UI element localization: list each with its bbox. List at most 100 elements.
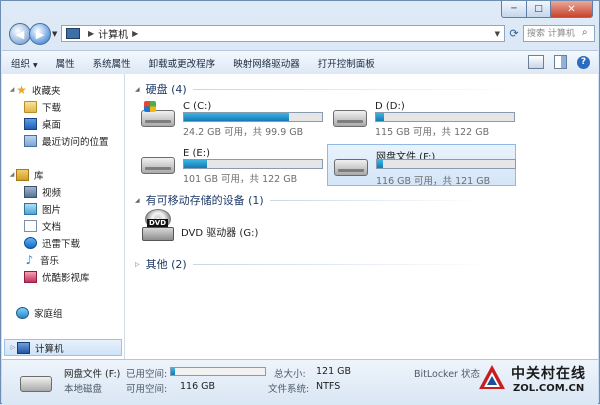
explorer-window: ─ □ ✕ ◀ ▶ ▼ ▶ 计算机 ▶ ▼ ⟳ ⌕ 组织▼ 属性 系统属性 卸载… (0, 0, 600, 405)
drive-c[interactable]: C (C:) 24.2 GB 可用，共 99.9 GB (135, 98, 323, 138)
computer-icon (17, 341, 30, 354)
group-header-removable[interactable]: ◢ 有可移动存储的设备 (1) (135, 192, 480, 208)
drive-usage-bar (183, 159, 323, 169)
youku-library-icon (24, 270, 37, 283)
open-control-panel-button[interactable]: 打开控制面板 (309, 56, 384, 70)
drive-usage-fill (377, 160, 383, 168)
sidebar-item-thunder-downloads[interactable]: 迅雷下载 (24, 234, 80, 251)
sidebar-item-pictures[interactable]: 图片 (24, 200, 61, 217)
details-used-label: 已用空间: (126, 369, 168, 380)
zol-logo-icon (479, 365, 505, 389)
preview-pane-icon[interactable] (554, 55, 567, 69)
drive-name: D (D:) (375, 101, 405, 112)
hard-disk-icon (334, 159, 368, 176)
group-header-other[interactable]: ▷ 其他 (2) (135, 256, 493, 272)
details-filesystem-value: NTFS (316, 381, 341, 392)
dvd-badge: DVD (147, 219, 169, 227)
group-header-hard-disks[interactable]: ◢ 硬盘 (4) (135, 81, 523, 97)
sidebar-item-desktop[interactable]: 桌面 (24, 115, 61, 132)
downloads-folder-icon (24, 100, 37, 113)
address-dropdown-icon[interactable]: ▼ (495, 30, 500, 38)
search-icon[interactable]: ⌕ (582, 27, 588, 38)
history-dropdown-icon[interactable]: ▼ (52, 30, 57, 38)
organize-button[interactable]: 组织 ▼ (2, 56, 47, 70)
watermark-text-en: ZOL.COM.CN (513, 383, 585, 394)
group-divider (192, 263, 493, 265)
sidebar-item-documents[interactable]: 文档 (24, 217, 61, 234)
minimize-button[interactable]: ─ (501, 1, 527, 18)
details-usage-fill (171, 368, 175, 375)
sidebar-item-youku-library[interactable]: 优酷影视库 (24, 268, 90, 285)
back-button[interactable]: ◀ (9, 23, 31, 45)
collapse-triangle-icon[interactable]: ◢ (135, 197, 140, 204)
group-divider (192, 88, 523, 90)
computer-icon (66, 28, 80, 39)
refresh-icon[interactable]: ⟳ (507, 25, 521, 42)
drive-f[interactable]: 网盘文件 (F:) 116 GB 可用，共 121 GB (327, 144, 516, 187)
address-bar[interactable]: ▶ 计算机 ▶ ▼ (61, 25, 505, 42)
drive-free-space: 24.2 GB 可用，共 99.9 GB (183, 127, 304, 138)
collapse-triangle-icon[interactable]: ◢ (135, 86, 140, 93)
expand-triangle-icon[interactable]: ▷ (135, 261, 140, 268)
hard-disk-icon (333, 110, 367, 127)
expand-triangle-icon[interactable]: ◢ (8, 86, 16, 93)
expand-triangle-icon[interactable]: ◢ (8, 171, 16, 178)
sidebar-item-libraries[interactable]: ◢ 库 (8, 166, 44, 183)
map-network-drive-button[interactable]: 映射网络驱动器 (224, 56, 309, 70)
change-view-icon[interactable] (528, 55, 544, 69)
system-properties-button[interactable]: 系统属性 (84, 56, 140, 70)
music-note-icon: ♪ (25, 252, 34, 267)
hard-disk-icon (20, 376, 52, 392)
star-icon: ★ (16, 82, 27, 97)
hard-disk-icon (141, 157, 175, 174)
drive-free-space: 116 GB 可用，共 121 GB (376, 176, 491, 187)
expand-triangle-icon[interactable]: ▷ (9, 344, 17, 351)
forward-button[interactable]: ▶ (29, 23, 51, 45)
properties-button[interactable]: 属性 (47, 56, 84, 70)
close-button[interactable]: ✕ (551, 1, 593, 18)
details-free-value: 116 GB (180, 381, 216, 392)
uninstall-program-button[interactable]: 卸载或更改程序 (140, 56, 225, 70)
window-controls: ─ □ ✕ (501, 1, 593, 18)
chevron-right-icon[interactable]: ▶ (132, 29, 138, 38)
thunder-download-icon (24, 236, 37, 249)
breadcrumb-computer[interactable]: 计算机 (98, 26, 128, 41)
sidebar-item-recent-places[interactable]: 最近访问的位置 (24, 132, 109, 149)
chevron-right-icon[interactable]: ▶ (88, 29, 94, 38)
drive-free-space: 101 GB 可用，共 122 GB (183, 174, 298, 185)
drive-d[interactable]: D (D:) 115 GB 可用，共 122 GB (327, 98, 515, 138)
windows-logo-icon (144, 101, 156, 112)
help-icon[interactable]: ? (577, 55, 590, 69)
drive-name: C (C:) (183, 101, 212, 112)
details-total-label: 总大小: (274, 369, 306, 380)
sidebar-item-computer[interactable]: ▷ 计算机 (4, 339, 122, 356)
sidebar-item-music[interactable]: ♪ 音乐 (24, 251, 59, 268)
picture-library-icon (24, 202, 37, 215)
details-total-value: 121 GB (316, 366, 352, 377)
content-pane: ◢ 硬盘 (4) C (C:) 24.2 GB 可用，共 99.9 GB D (… (125, 74, 598, 359)
details-usage-bar (170, 367, 266, 376)
desktop-icon (24, 117, 37, 130)
dvd-drive-icon[interactable]: DVD (142, 209, 174, 243)
sidebar-item-videos[interactable]: 视频 (24, 183, 61, 200)
drive-usage-bar (183, 112, 323, 122)
drive-usage-fill (184, 113, 289, 121)
recent-places-icon (24, 134, 37, 147)
document-library-icon (24, 219, 37, 232)
maximize-button[interactable]: □ (527, 1, 551, 18)
zol-watermark: 中关村在线 ZOL.COM.CN (477, 361, 597, 403)
navigation-pane: ◢ ★ 收藏夹 下载 桌面 最近访问的位置 ◢ 库 视频 图片 文档 迅雷下载 … (2, 74, 125, 359)
details-drive-type: 本地磁盘 (64, 384, 103, 395)
sidebar-item-favorites[interactable]: ◢ ★ 收藏夹 (8, 81, 61, 98)
details-bitlocker-label: BitLocker 状态 (414, 369, 480, 380)
sidebar-item-downloads[interactable]: 下载 (24, 98, 61, 115)
drive-usage-fill (184, 160, 208, 168)
details-filesystem-label: 文件系统: (268, 384, 310, 395)
dvd-drive-name[interactable]: DVD 驱动器 (G:) (181, 224, 258, 239)
drive-e[interactable]: E (E:) 101 GB 可用，共 122 GB (135, 145, 323, 185)
details-free-label: 可用空间: (126, 384, 168, 395)
sidebar-item-homegroup[interactable]: 家庭组 (8, 304, 63, 321)
drive-usage-fill (376, 113, 385, 121)
drive-usage-bar (375, 112, 515, 122)
nav-buttons: ◀ ▶ ▼ (9, 23, 57, 45)
